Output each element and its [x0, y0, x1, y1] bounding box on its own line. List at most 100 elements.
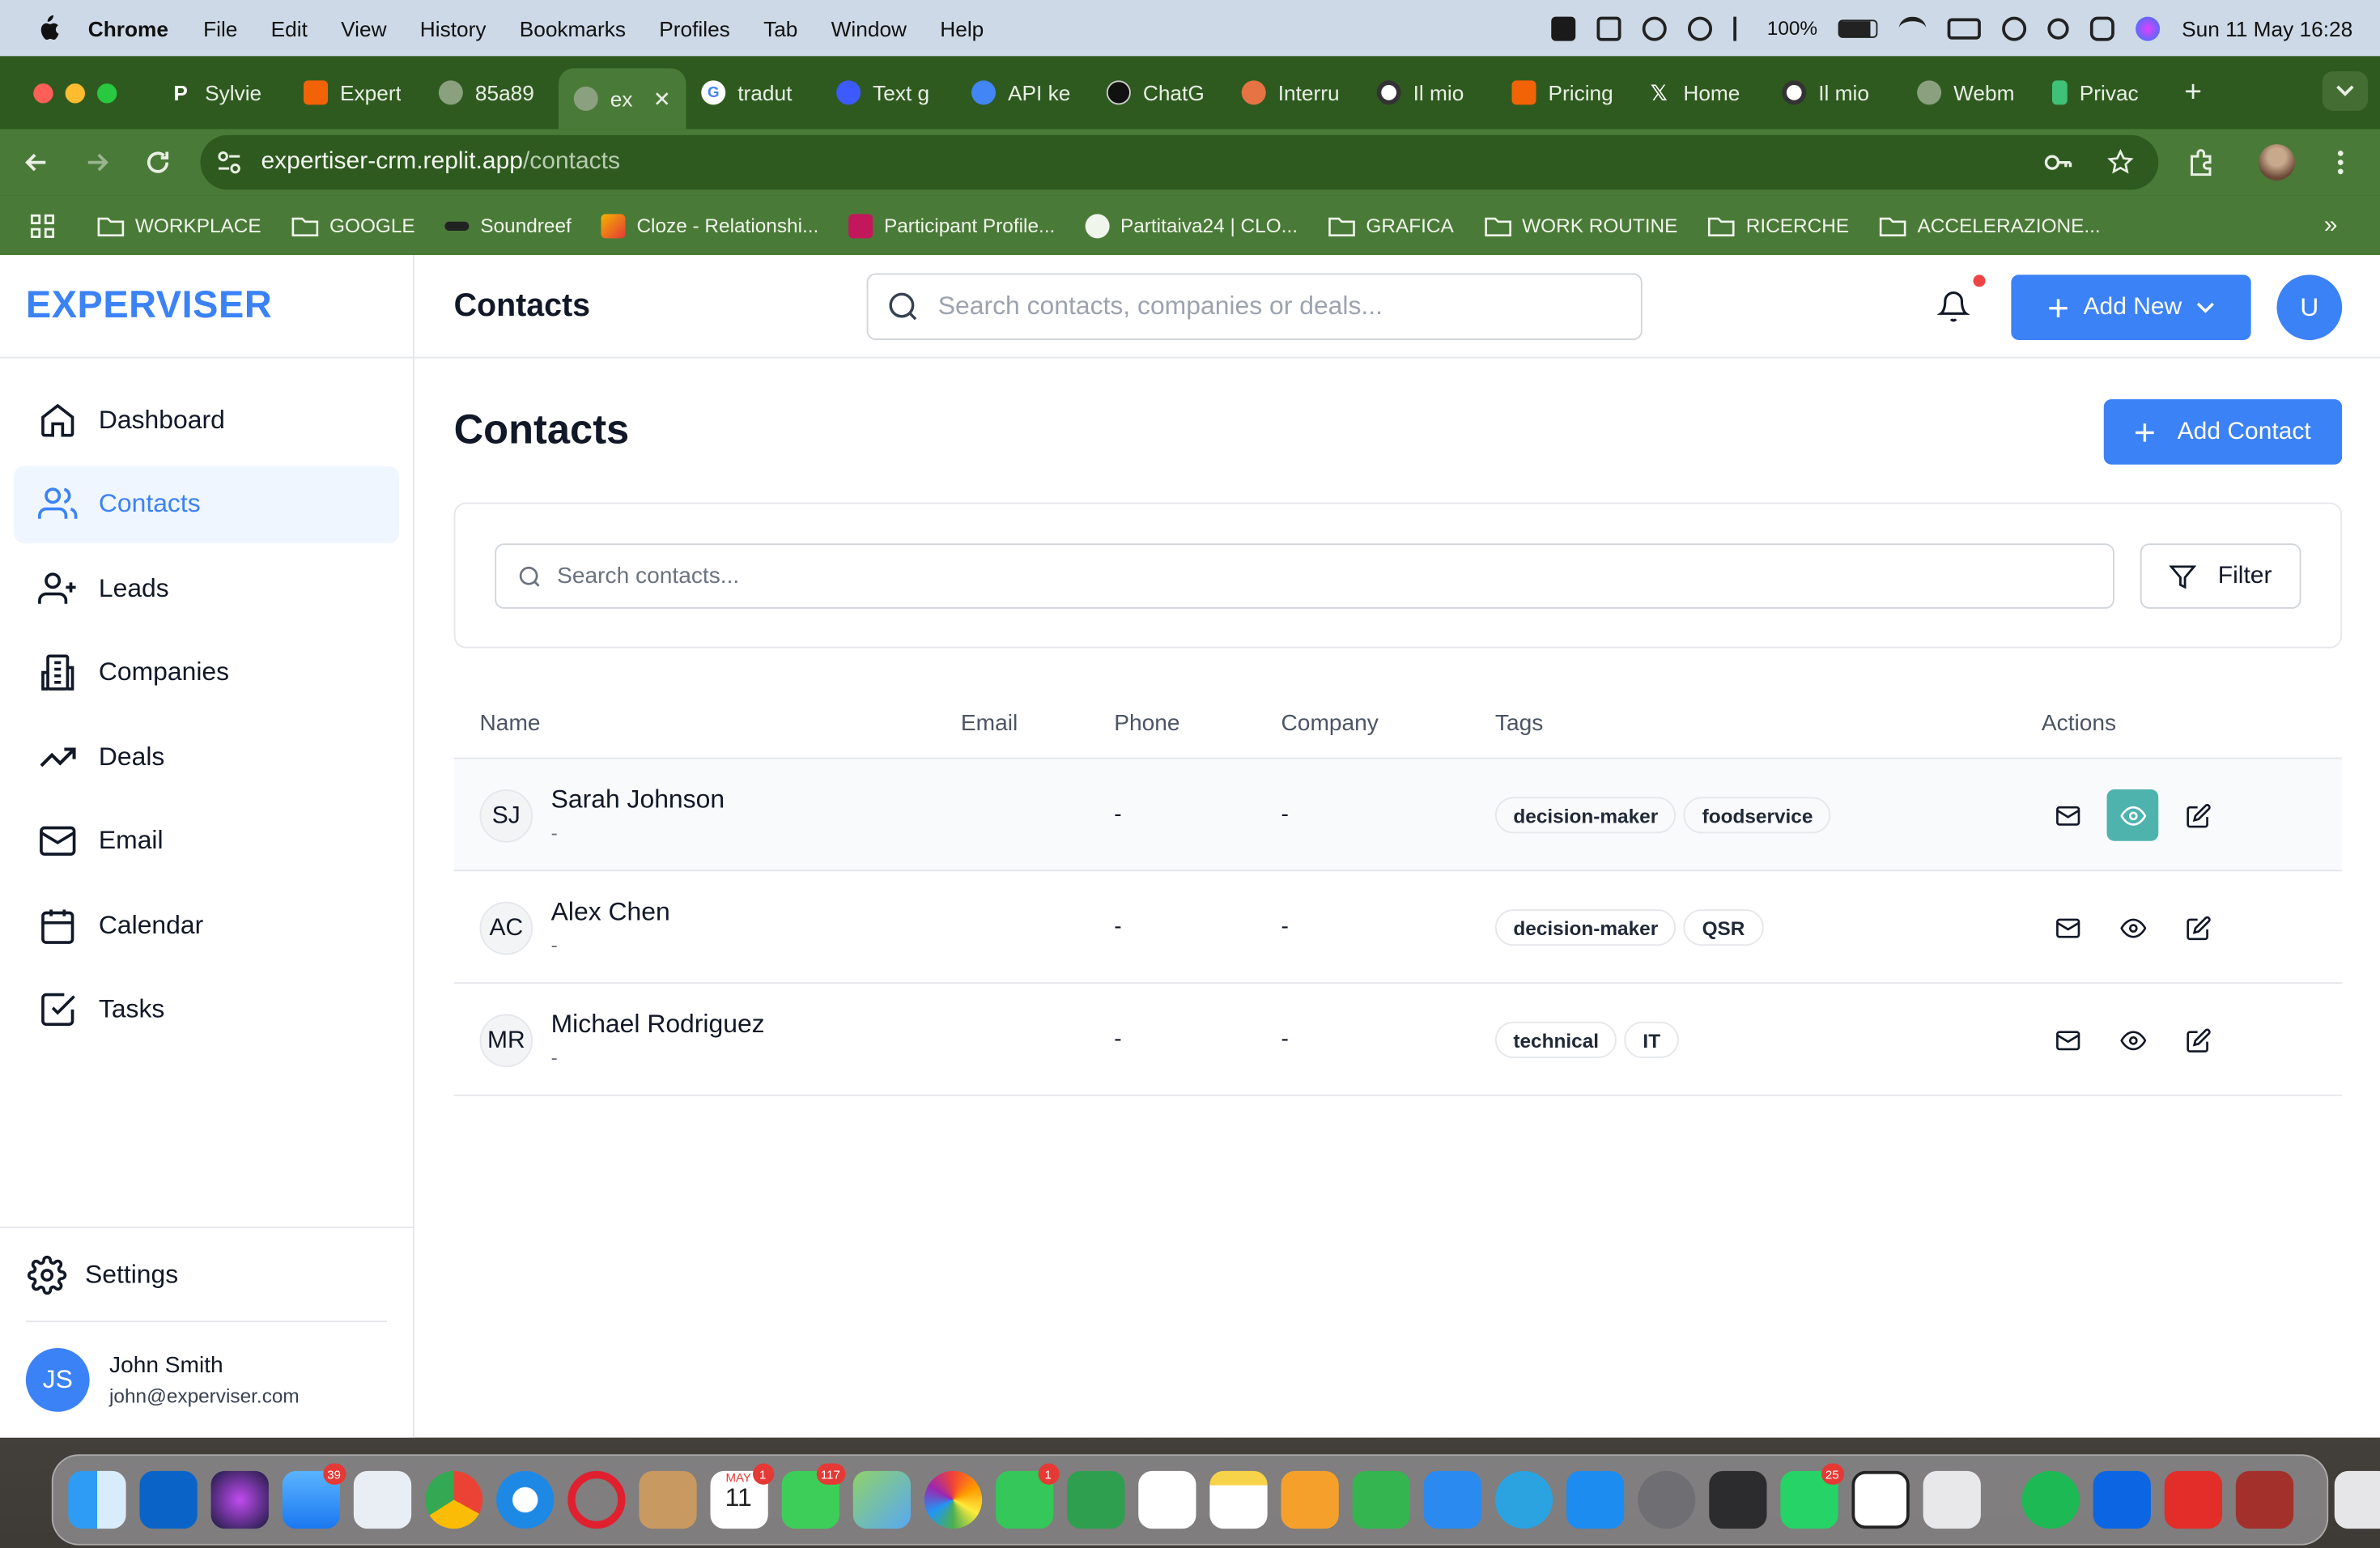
safari-icon[interactable] — [495, 1470, 554, 1529]
browser-tab[interactable]: API ke — [956, 67, 1091, 119]
keyboard-icon[interactable] — [1948, 17, 1982, 39]
tab-search-button[interactable] — [2322, 71, 2368, 111]
acrobat-icon[interactable] — [2163, 1470, 2222, 1529]
edit-contact-button[interactable] — [2172, 902, 2224, 954]
back-icon[interactable] — [21, 147, 52, 178]
opera-icon[interactable] — [567, 1470, 625, 1529]
mail-app-icon[interactable]: 39 — [281, 1463, 346, 1529]
sidebar-item-calendar[interactable]: Calendar — [14, 887, 399, 964]
table-row[interactable]: AC Alex Chen - - - decision-maker QSR — [453, 871, 2343, 984]
sidebar-item-tasks[interactable]: Tasks — [14, 971, 399, 1048]
sidebar-item-companies[interactable]: Companies — [14, 634, 399, 712]
iphone-mirroring-icon[interactable] — [1922, 1470, 1980, 1529]
calendar-app-icon[interactable]: MAY 11 1 — [709, 1463, 774, 1529]
time-machine-icon[interactable] — [2002, 15, 2027, 40]
evernote-icon[interactable] — [1137, 1470, 1196, 1529]
menu-file[interactable]: File — [203, 16, 237, 40]
browser-tab[interactable]: Il mio — [1362, 67, 1497, 119]
view-contact-button[interactable] — [2107, 902, 2159, 954]
menu-history[interactable]: History — [420, 16, 487, 40]
user-avatar-button[interactable]: U — [2276, 274, 2343, 340]
maps-icon[interactable] — [852, 1470, 911, 1529]
sidebar-item-settings[interactable]: Settings — [0, 1227, 413, 1320]
minimize-window-button[interactable] — [65, 83, 85, 103]
chrome-icon[interactable] — [424, 1470, 482, 1529]
view-contact-button[interactable] — [2106, 789, 2159, 841]
telegram-icon[interactable] — [1494, 1470, 1553, 1529]
spotify-icon[interactable] — [2021, 1470, 2079, 1529]
email-contact-button[interactable] — [2042, 789, 2093, 841]
bookmarks-overflow-icon[interactable]: » — [2324, 212, 2338, 240]
column-header-email[interactable]: Email — [961, 711, 1018, 737]
browser-tab[interactable]: Gtradut — [686, 67, 822, 119]
sidebar-item-deals[interactable]: Deals — [14, 718, 399, 796]
bookmark-item[interactable]: GOOGLE — [291, 214, 415, 237]
contacts-app-icon[interactable] — [638, 1470, 696, 1529]
sidebar-item-leads[interactable]: Leads — [14, 550, 399, 627]
menu-window[interactable]: Window — [831, 16, 907, 40]
chatgpt-icon[interactable] — [1851, 1470, 1909, 1529]
trello-icon[interactable] — [2092, 1470, 2150, 1529]
menu-view[interactable]: View — [341, 16, 386, 40]
bookmark-item[interactable]: Participant Profile... — [848, 213, 1055, 238]
site-info-icon[interactable] — [215, 149, 243, 176]
reload-icon[interactable] — [142, 147, 173, 178]
bookmark-item[interactable]: WORKPLACE — [97, 214, 261, 237]
contacts-search-input[interactable]: Search contacts... — [495, 543, 2114, 609]
bookmark-item[interactable]: Partitaiva24 | CLO... — [1085, 213, 1298, 238]
bookmark-item[interactable]: GRAFICA — [1328, 214, 1454, 237]
new-tab-icon[interactable]: + — [2184, 75, 2202, 110]
column-header-tags[interactable]: Tags — [1495, 711, 1543, 737]
menu-profiles[interactable]: Profiles — [659, 16, 730, 40]
bookmark-item[interactable]: Cloze - Relationshi... — [601, 213, 818, 238]
apple-logo-icon[interactable] — [33, 14, 61, 42]
dropbox-icon[interactable] — [1551, 15, 1576, 40]
openai-icon[interactable] — [1643, 15, 1668, 40]
column-header-name[interactable]: Name — [480, 711, 541, 737]
menu-help[interactable]: Help — [940, 16, 984, 40]
contact-name[interactable]: Alex Chen — [551, 897, 670, 928]
edit-contact-button[interactable] — [2172, 1014, 2224, 1066]
photos-icon[interactable] — [923, 1470, 982, 1529]
bookmark-item[interactable]: RICERCHE — [1708, 214, 1849, 237]
view-contact-button[interactable] — [2107, 1014, 2159, 1066]
browser-tab[interactable]: Text g — [821, 67, 956, 119]
outlook-icon[interactable] — [138, 1470, 197, 1529]
bluetooth-icon[interactable] — [1733, 15, 1746, 40]
spotlight-search-icon[interactable] — [2048, 17, 2070, 39]
zoom-window-button[interactable] — [97, 83, 117, 103]
column-header-company[interactable]: Company — [1281, 711, 1379, 737]
control-center-icon[interactable] — [2090, 15, 2115, 40]
add-new-button[interactable]: Add New — [2011, 274, 2251, 340]
siri-icon[interactable] — [2136, 15, 2161, 40]
browser-tab[interactable]: 𝕏 Home — [1632, 67, 1767, 119]
table-row[interactable]: SJ Sarah Johnson - - - decision-maker fo… — [453, 759, 2343, 872]
column-header-phone[interactable]: Phone — [1114, 711, 1179, 737]
close-window-button[interactable] — [33, 83, 53, 103]
add-contact-button[interactable]: Add Contact — [2103, 399, 2343, 465]
menu-bookmarks[interactable]: Bookmarks — [520, 16, 626, 40]
email-contact-button[interactable] — [2042, 902, 2093, 954]
contact-name[interactable]: Michael Rodriguez — [551, 1010, 765, 1040]
browser-tab[interactable]: ChatG — [1091, 67, 1226, 119]
extensions-icon[interactable] — [2186, 147, 2216, 178]
facetime-icon[interactable]: 1 — [995, 1463, 1059, 1529]
edit-contact-button[interactable] — [2172, 789, 2224, 841]
pen-icon[interactable] — [1596, 15, 1621, 40]
browser-tab[interactable]: Il mio — [1767, 67, 1902, 119]
battery-icon[interactable] — [1838, 19, 1879, 37]
email-contact-button[interactable] — [2042, 1014, 2093, 1066]
forward-icon[interactable] — [82, 147, 113, 178]
siri-app-icon[interactable] — [210, 1470, 268, 1529]
current-user[interactable]: JS John Smith john@experviser.com — [25, 1320, 388, 1437]
more-menu-icon[interactable] — [2337, 149, 2344, 176]
sidebar-item-contacts[interactable]: Contacts — [13, 465, 400, 543]
bookmark-item[interactable]: WORK ROUTINE — [1484, 214, 1677, 237]
browser-tab[interactable]: Interru — [1226, 67, 1362, 119]
browser-tab[interactable]: 85a89 — [423, 67, 559, 119]
browser-tab[interactable]: Expert — [288, 67, 423, 119]
downloads-stack-icon[interactable] — [2333, 1470, 2380, 1529]
sidebar-item-dashboard[interactable]: Dashboard — [14, 381, 399, 459]
wifi-icon[interactable] — [1899, 15, 1927, 40]
menu-tab[interactable]: Tab — [763, 16, 797, 40]
